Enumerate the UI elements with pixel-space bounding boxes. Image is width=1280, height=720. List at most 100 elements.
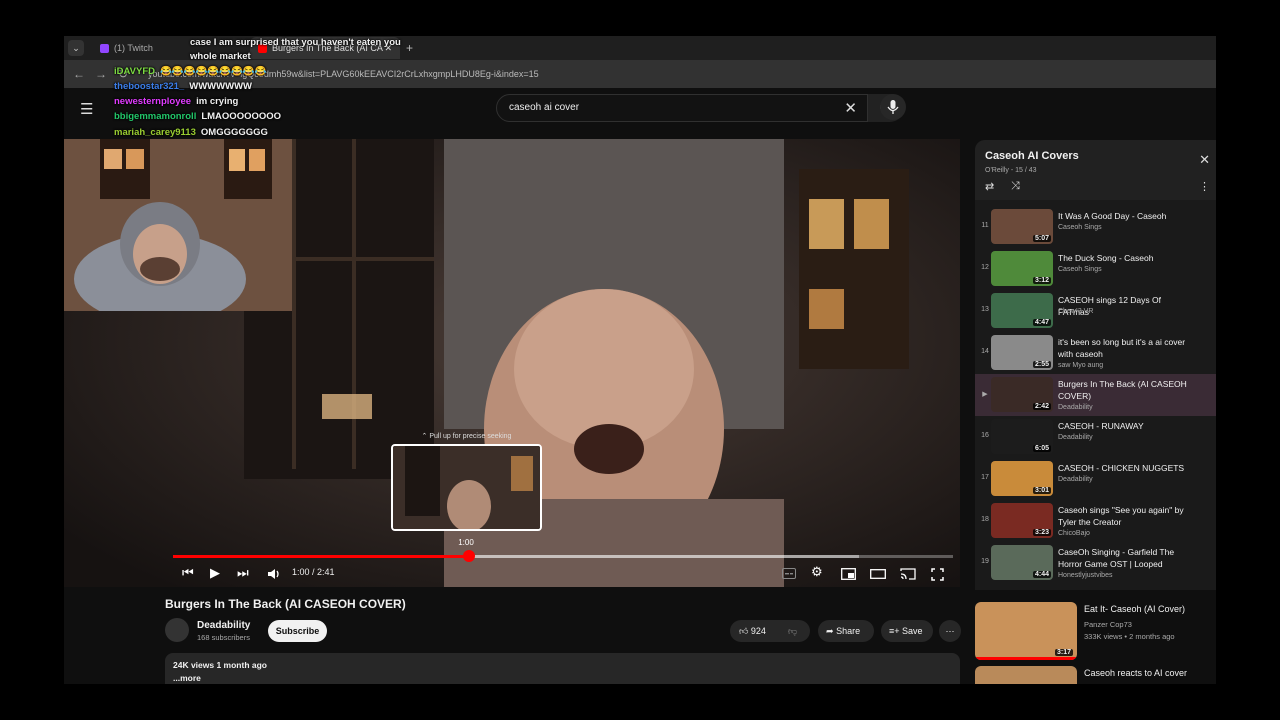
playlist-thumbnail: 5:07	[991, 209, 1053, 244]
chat-username[interactable]: bbigemmamonroll	[114, 111, 196, 122]
fullscreen-icon[interactable]	[931, 568, 944, 581]
playlist-item-title: CaseOh Singing - Garfield The Horror Gam…	[1058, 547, 1175, 569]
preview-frame	[393, 446, 540, 529]
search-input[interactable]: caseoh ai cover	[509, 102, 579, 113]
playlist-thumbnail: 4:44	[991, 545, 1053, 580]
chat-text: LMAOOOOOOOO	[201, 111, 282, 122]
chat-text: 😂😂😂😂😂😂😂😂😂	[160, 66, 267, 77]
clear-search-icon[interactable]: ✕	[844, 99, 857, 117]
recommended-video[interactable]: 3:17 Eat It- Caseoh (AI Cover) Panzer Cop7…	[975, 602, 1216, 666]
recommended-meta: 333K views • 2 months ago	[1084, 632, 1175, 641]
chat-text: whole market	[190, 51, 251, 62]
thumbs-down-icon: 👎︎	[788, 626, 798, 636]
volume-icon[interactable]	[267, 567, 281, 581]
duration-badge: 6:05	[1032, 445, 1051, 452]
playlist-item[interactable]: 17 3:01 CASEOH - CHICKEN NUGGETS Deadabilit…	[975, 458, 1216, 500]
tab-search-dropdown[interactable]: ⌄	[68, 40, 84, 56]
cast-icon[interactable]	[900, 568, 916, 580]
shuffle-icon[interactable]: ⤨	[1011, 180, 1020, 193]
playlist-index: 17	[981, 474, 989, 481]
playlist-item[interactable]: 18 3:23 Caseoh sings "See you again" by Ty…	[975, 500, 1216, 542]
share-label: Share	[836, 626, 861, 636]
playlist-thumbnail: 2:42	[991, 377, 1053, 412]
webcam-overlay	[64, 139, 292, 311]
thumbs-up-icon: 👍︎	[739, 626, 749, 636]
playlist-item[interactable]: 14 2:55 it's been so long but it's a ai co…	[975, 332, 1216, 374]
playlist-item-channel: ChicoBajo	[1058, 530, 1090, 537]
playlist-item-channel: Deadability	[1058, 476, 1093, 483]
playlist-thumbnail: 6:05	[991, 419, 1053, 454]
playlist-item-channel: Caseoh Sings	[1058, 224, 1102, 231]
seek-hint: ⌃ Pull up for precise seeking	[391, 432, 542, 440]
menu-hamburger-icon[interactable]: ☰	[80, 100, 93, 118]
playlist-title[interactable]: Caseoh AI Covers	[985, 150, 1079, 162]
recommended-title: Eat It- Caseoh (AI Cover)	[1084, 604, 1186, 614]
channel-name[interactable]: Deadability	[197, 620, 250, 631]
back-arrow-icon[interactable]: ←	[68, 67, 90, 81]
next-icon[interactable]: ⏭	[237, 565, 249, 581]
webcam-feed	[64, 139, 292, 311]
duration-badge: 3:17	[1054, 649, 1073, 656]
playlist-thumbnail: 3:12	[991, 251, 1053, 286]
chat-username[interactable]: newesternployee	[114, 96, 191, 107]
chat-username[interactable]: mariah_carey9113	[114, 127, 196, 138]
recommended-video[interactable]: Caseoh reacts to AI cover	[975, 666, 1216, 684]
chat-username[interactable]: iDAVYFD	[114, 66, 155, 77]
playlist-item-title: CASEOH - RUNAWAY	[1058, 421, 1144, 431]
dislike-button[interactable]: 👎︎	[788, 620, 797, 642]
playlist-subtitle: O'Reilly - 15 / 43	[985, 167, 1037, 174]
seek-preview-thumbnail	[391, 444, 542, 531]
duration-badge: 2:42	[1032, 403, 1051, 410]
playlist-item[interactable]: 19 4:44 CaseOh Singing - Garfield The Horr…	[975, 542, 1216, 584]
playlist-item-current[interactable]: ▶ 2:42 Burgers In The Back (AI CASEOH COVE…	[975, 374, 1216, 416]
more-actions-button[interactable]: ⋯	[939, 620, 961, 642]
share-button[interactable]: ➦ Share	[818, 620, 874, 642]
previous-icon[interactable]: ⏮	[182, 565, 194, 581]
twitch-favicon-icon	[100, 43, 109, 53]
search-box[interactable]: caseoh ai cover ✕	[496, 94, 868, 122]
playlist-item-channel: Caseoh Sings	[1058, 266, 1102, 273]
recommended-thumbnail	[975, 666, 1077, 684]
playlist-item-title: It Was A Good Day - Caseoh	[1058, 211, 1167, 221]
chat-message: newesternployee im crying	[114, 95, 238, 109]
playlist-item-channel: Honestlyjustvibes	[1058, 572, 1113, 579]
forward-arrow-icon[interactable]: →	[90, 67, 112, 81]
play-icon[interactable]: ▶	[210, 565, 220, 581]
playlist-item-title: The Duck Song - Caseoh	[1058, 253, 1154, 263]
playlist-item-channel: Deadability	[1058, 434, 1093, 441]
miniplayer-icon[interactable]	[841, 568, 856, 580]
like-button[interactable]: 👍︎ 924	[739, 620, 766, 642]
voice-search-button[interactable]	[880, 94, 906, 120]
theater-mode-icon[interactable]	[870, 569, 886, 579]
subscribe-button[interactable]: Subscribe	[268, 620, 327, 642]
progress-bar[interactable]	[173, 555, 953, 558]
subscriber-count: 168 subscribers	[197, 633, 250, 642]
chat-text: im crying	[196, 96, 239, 107]
save-button[interactable]: ≡+ Save	[881, 620, 933, 642]
playlist-item[interactable]: 13 4:47 CASEOH sings 12 Days Of FATmas Chew…	[975, 290, 1216, 332]
chat-message: theboostar321_ WWWWWWW	[114, 80, 252, 94]
playlist-thumbnail: 3:01	[991, 461, 1053, 496]
more-vertical-icon[interactable]: ⋮	[1199, 180, 1210, 193]
like-dislike-group: 👍︎ 924 👎︎	[730, 620, 810, 642]
duration-badge: 3:01	[1032, 487, 1051, 494]
playlist-item[interactable]: 16 6:05 CASEOH - RUNAWAY Deadability	[975, 416, 1216, 458]
channel-avatar[interactable]	[165, 618, 189, 642]
playlist-item[interactable]: 11 5:07 It Was A Good Day - Caseoh Caseoh S…	[975, 206, 1216, 248]
show-more-link[interactable]: ...more	[173, 673, 201, 683]
close-icon[interactable]: ✕	[1199, 152, 1210, 168]
like-count: 924	[750, 626, 766, 636]
subtitles-icon[interactable]	[782, 568, 796, 579]
playlist-item-title: CASEOH - CHICKEN NUGGETS	[1058, 463, 1185, 473]
played-bar	[173, 555, 470, 558]
new-tab-button[interactable]: +	[406, 41, 413, 55]
loop-icon[interactable]: ⇄	[985, 180, 994, 193]
playlist-item-channel: saw Myo aung	[1058, 362, 1104, 369]
playlist-item[interactable]: 12 3:12 The Duck Song - Caseoh Caseoh Sings	[975, 248, 1216, 290]
recommended-channel: Panzer Cop73	[1084, 620, 1132, 629]
chat-username[interactable]: theboostar321_	[114, 81, 184, 92]
playlist-index: 14	[981, 348, 989, 355]
description-box[interactable]: 24K views 1 month ago ...more	[165, 653, 960, 684]
settings-gear-icon[interactable]: ⚙	[811, 564, 823, 580]
playlist-panel: Caseoh AI Covers O'Reilly - 15 / 43 ✕ ⇄ …	[975, 140, 1216, 590]
